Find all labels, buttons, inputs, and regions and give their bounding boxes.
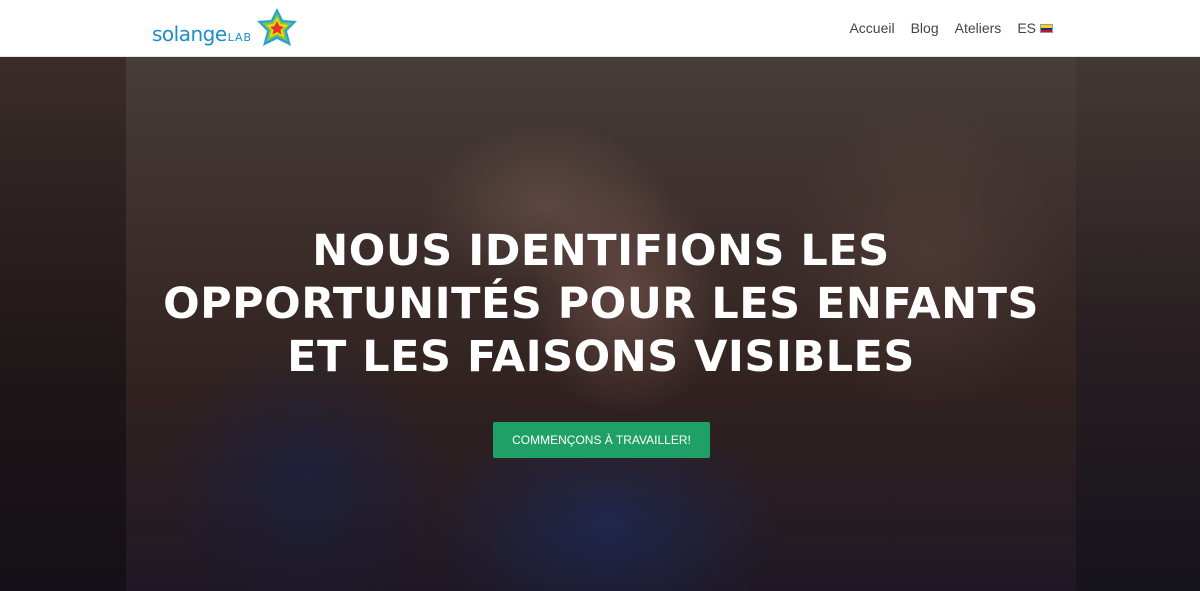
hero-section: NOUS IDENTIFIONS LES OPPORTUNITÉS POUR L… — [0, 57, 1200, 591]
star-logo-icon — [257, 8, 297, 46]
language-label: ES — [1017, 20, 1036, 36]
nav-item-ateliers[interactable]: Ateliers — [955, 20, 1002, 36]
colombia-flag-icon — [1040, 23, 1053, 33]
hero-title: NOUS IDENTIFIONS LES OPPORTUNITÉS POUR L… — [163, 226, 1039, 382]
brand-logo-link[interactable]: solange LAB — [152, 6, 302, 52]
brand-suffix: LAB — [227, 30, 253, 44]
nav-item-blog[interactable]: Blog — [911, 20, 939, 36]
navbar: solange LAB Accueil Blog Ateliers ES — [0, 0, 1200, 57]
brand-name: solange — [152, 22, 227, 46]
nav-item-accueil[interactable]: Accueil — [849, 20, 894, 36]
main-nav: Accueil Blog Ateliers ES — [849, 0, 1053, 56]
start-working-button[interactable]: COMMENÇONS À TRAVAILLER! — [493, 422, 710, 458]
language-switch[interactable]: ES — [1017, 20, 1053, 36]
